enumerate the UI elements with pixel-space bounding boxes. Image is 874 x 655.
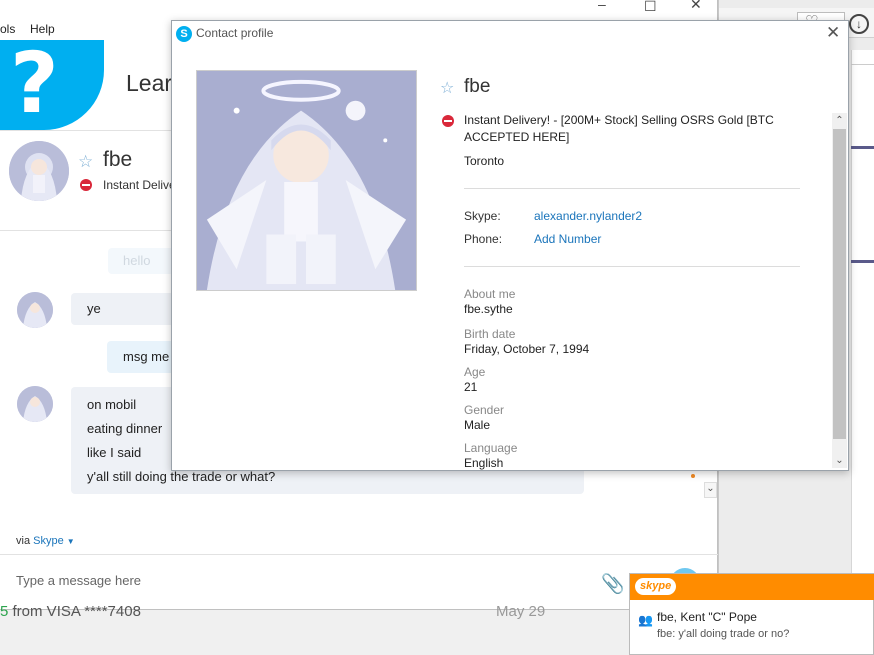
profile-name: fbe [464,76,491,97]
payment-text: from VISA ****7408 [12,603,141,620]
download-icon[interactable]: ↓ [849,14,869,34]
via-label: via [16,535,31,547]
window-titlebar: – ☐ ✕ [0,0,718,20]
language-label: Language [464,441,518,455]
birth-date-label: Birth date [464,327,516,341]
message-input[interactable]: Type a message here [16,573,141,588]
panel-accent-bar [851,146,874,149]
add-number-link[interactable]: Add Number [534,232,601,246]
divider [464,188,800,189]
scroll-up-icon[interactable]: ⌃ [832,113,847,128]
phone-label: Phone: [464,232,503,246]
attachment-icon[interactable]: 📎 [601,572,625,596]
profile-image [197,71,416,290]
avatar-image [17,292,53,328]
skype-label: Skype: [464,209,501,223]
skype-brand: skype [635,578,677,595]
toast-participants: fbe, Kent "C" Pope [657,610,757,624]
message-text: on mobil [87,397,137,412]
birth-date-value: Friday, October 7, 1994 [464,342,590,356]
panel-accent-bar [851,260,874,263]
close-icon[interactable]: ✕ [826,23,840,43]
avatar-image [9,141,69,201]
favorite-star-icon[interactable]: ☆ [440,78,454,98]
message-text: y'all still doing the trade or what? [87,469,276,484]
message-text: ye [87,301,101,316]
scroll-thumb[interactable] [833,129,846,439]
skype-id-link[interactable]: alexander.nylander2 [534,209,642,223]
busy-status-icon [80,179,92,191]
minimize-icon[interactable]: – [598,0,606,12]
contact-profile-dialog: S Contact profile ✕ ☆ fbe Instant Delive… [171,20,849,471]
payment-date: May 29 [496,603,546,620]
message-text: eating dinner [87,421,163,436]
scroll-down-icon[interactable]: ⌄ [704,482,717,498]
profile-scrollbar[interactable]: ⌃ ⌄ [832,113,847,468]
toast-header: skype [630,574,874,600]
help-banner-icon[interactable]: ? [0,34,104,132]
age-label: Age [464,365,486,379]
profile-location: Toronto [464,154,505,168]
dialog-title: Contact profile [196,26,274,40]
busy-status-icon [442,115,454,127]
about-value: fbe.sythe [464,302,513,316]
age-value: 21 [464,380,478,394]
sender-avatar[interactable] [17,386,53,422]
message-text: like I said [87,445,142,460]
question-mark-icon: ? [10,34,59,132]
divider [0,554,718,555]
message-text: hello [123,253,151,268]
message-bubble-outgoing: hello [108,248,174,274]
payment-amount: 5 [0,603,9,620]
panel-divider [851,64,874,65]
contact-name: fbe [103,148,133,171]
profile-picture [196,70,417,291]
skype-logo-icon: S [176,26,192,42]
gender-value: Male [464,418,491,432]
contact-avatar[interactable] [9,141,69,201]
via-selector[interactable]: via Skype ▼ [16,535,75,547]
close-icon[interactable]: ✕ [690,0,702,13]
notification-toast[interactable]: skype 👥 fbe, Kent "C" Pope fbe: y'all do… [629,573,874,655]
toast-message: fbe: y'all doing trade or no? [657,628,790,640]
sender-avatar[interactable] [17,292,53,328]
payment-row: 5 from VISA ****7408 [0,603,141,620]
chevron-down-icon[interactable]: ▼ [67,537,75,546]
message-text: msg me [123,349,170,364]
maximize-icon[interactable]: ☐ [644,0,657,15]
unread-dot [691,474,695,478]
language-value: English [464,456,504,470]
contact-mood: Instant Delive [103,178,176,192]
browser-side-panel [851,50,874,650]
favorite-star-icon[interactable]: ☆ [78,152,93,172]
profile-mood: Instant Delivery! - [200M+ Stock] Sellin… [464,113,774,144]
via-link[interactable]: Skype [33,535,64,547]
about-label: About me [464,287,516,301]
group-icon: 👥 [638,613,653,627]
divider [464,266,800,267]
avatar-image [17,386,53,422]
scroll-down-icon[interactable]: ⌄ [832,453,847,468]
gender-label: Gender [464,403,505,417]
